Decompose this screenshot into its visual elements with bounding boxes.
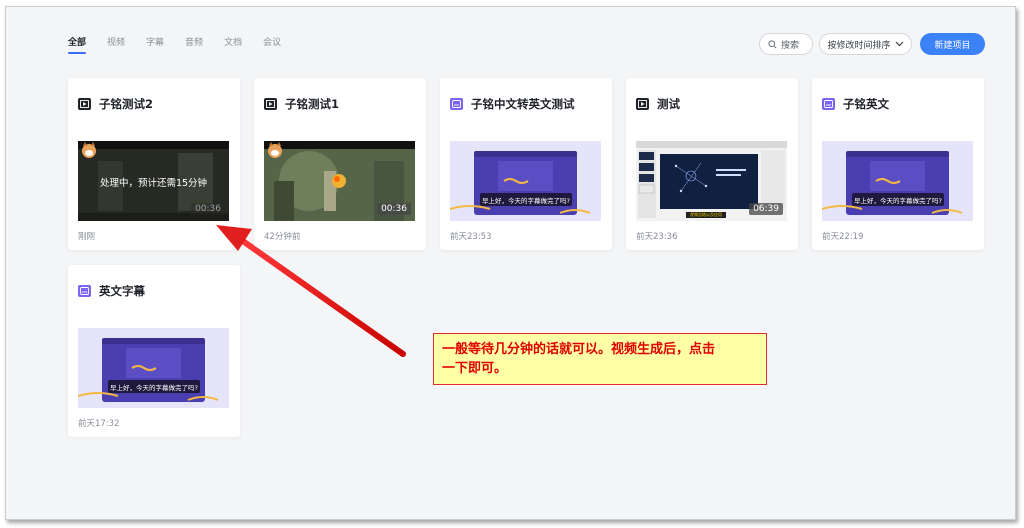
video-thumbnail[interactable]: 视频总结以及应用 06:39 <box>636 141 787 221</box>
chevron-down-icon <box>895 41 903 47</box>
avatar <box>82 142 96 158</box>
modified-time: 刚刚 <box>78 232 96 242</box>
subtitle-caption: 早上好，今天的字幕做完了吗? <box>482 197 570 205</box>
avatar <box>268 142 282 158</box>
sort-dropdown[interactable]: 按修改时间排序 <box>819 33 912 55</box>
sort-label: 按修改时间排序 <box>827 40 891 51</box>
slide-caption: 视频总结以及应用 <box>690 212 722 217</box>
subtitle-thumbnail[interactable]: 早上好，今天的字幕做完了吗? <box>450 141 601 221</box>
card-title: 子铭测试2 <box>99 97 154 111</box>
card-title: 子铭英文 <box>843 97 889 111</box>
modified-time: 前天22:19 <box>822 232 864 242</box>
subtitle-icon <box>450 98 463 110</box>
modified-time: 前天23:36 <box>636 232 678 242</box>
subtitle-caption: 早上好，今天的字幕做完了吗? <box>110 384 198 392</box>
duration-badge: 06:39 <box>749 203 783 215</box>
tab-audio[interactable]: 音频 <box>185 37 203 55</box>
annotation-line-1: 一般等待几分钟的话就可以。视频生成后，点击 <box>442 342 716 357</box>
subtitle-thumbnail[interactable]: 早上好，今天的字幕做完了吗? <box>78 328 229 408</box>
subtitle-icon <box>78 285 91 297</box>
app-window: 全部 视频 字幕 音频 文档 会议 搜索 按修改时间排序 新建项目 子铭测试2 <box>5 6 1016 520</box>
video-thumbnail[interactable]: 处理中，预计还需15分钟 00:36 <box>78 141 229 221</box>
annotation-line-2: 一下即可。 <box>442 361 508 376</box>
tab-meeting[interactable]: 会议 <box>263 37 281 55</box>
duration-badge: 00:36 <box>377 203 411 215</box>
modified-time: 前天17:32 <box>78 419 120 429</box>
card-title: 英文字幕 <box>99 284 145 298</box>
video-icon <box>78 98 91 110</box>
video-icon <box>636 98 649 110</box>
tab-video[interactable]: 视频 <box>107 37 125 55</box>
subtitle-icon <box>822 98 835 110</box>
project-card[interactable]: 子铭英文 早上好，今天的字幕做完了吗? 前天22:19 <box>812 78 984 250</box>
card-title: 子铭中文转英文测试 <box>471 97 575 111</box>
tab-all[interactable]: 全部 <box>68 37 87 55</box>
project-card[interactable]: 英文字幕 早上好，今天的字幕做完了吗? 前天17:32 <box>68 265 240 437</box>
card-title: 子铭测试1 <box>285 97 340 111</box>
project-card[interactable]: 子铭测试2 处理中，预计还需15分钟 00:36 刚刚 <box>68 78 240 250</box>
search-button[interactable]: 搜索 <box>759 33 813 55</box>
modified-time: 42分钟前 <box>264 232 301 242</box>
processing-status: 处理中，预计还需15分钟 <box>99 178 208 189</box>
tab-subtitle[interactable]: 字幕 <box>146 37 164 55</box>
video-icon <box>264 98 277 110</box>
search-label: 搜索 <box>781 40 800 51</box>
project-card[interactable]: 子铭中文转英文测试 早上好，今天的字幕做完了吗? 前天23:53 <box>440 78 612 250</box>
project-card[interactable]: 测试 视频总结以及应用 06:39 前天23:36 <box>626 78 798 250</box>
subtitle-caption: 早上好，今天的字幕做完了吗? <box>854 197 942 205</box>
search-icon <box>768 39 777 48</box>
video-thumbnail[interactable]: 00:36 <box>264 141 415 221</box>
card-title: 测试 <box>657 97 680 111</box>
duration-badge: 00:36 <box>191 203 225 215</box>
modified-time: 前天23:53 <box>450 232 492 242</box>
category-tabs: 全部 视频 字幕 音频 文档 会议 <box>68 37 302 55</box>
new-project-button[interactable]: 新建项目 <box>920 33 985 55</box>
subtitle-thumbnail[interactable]: 早上好，今天的字幕做完了吗? <box>822 141 973 221</box>
annotation-callout: 一般等待几分钟的话就可以。视频生成后，点击 一下即可。 <box>433 333 767 385</box>
project-card[interactable]: 子铭测试1 00:36 42分钟前 <box>254 78 426 250</box>
tab-document[interactable]: 文档 <box>224 37 242 55</box>
